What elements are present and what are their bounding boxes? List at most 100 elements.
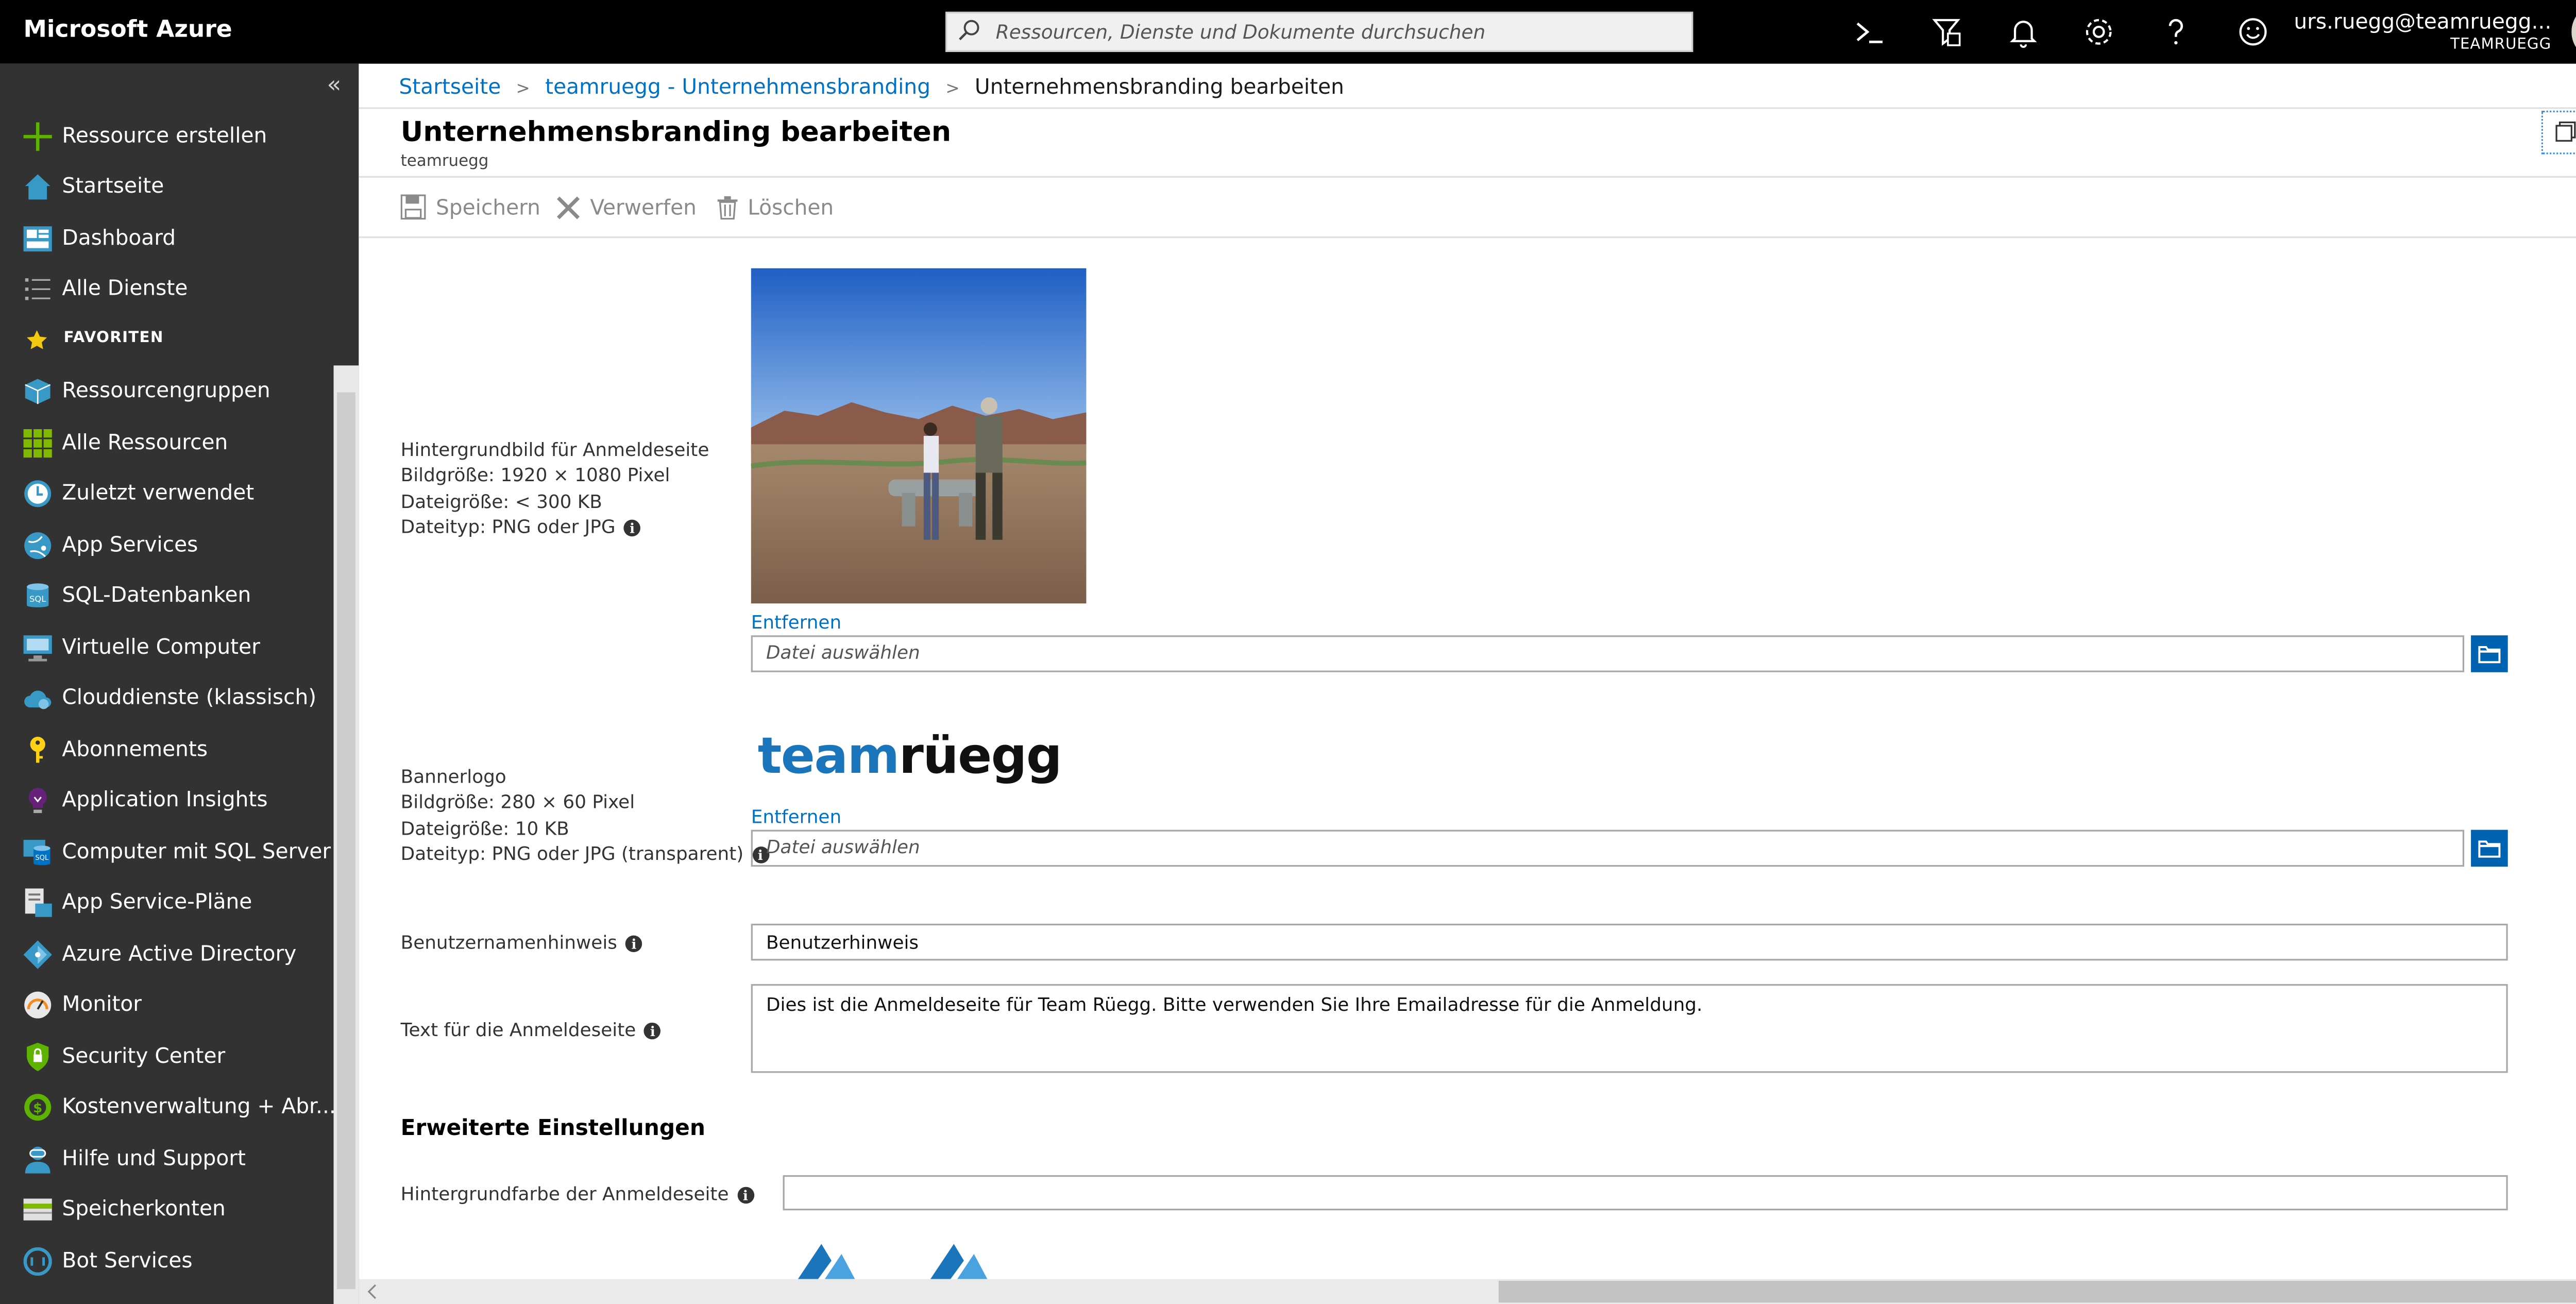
sidebar-item-label: Kostenverwaltung + Abr... [62, 1093, 336, 1119]
delete-button[interactable]: Löschen [717, 194, 834, 219]
portal-window: Microsoft Azure Ressourcen, Dienste und … [0, 0, 2576, 1304]
sidebar-item-monitor[interactable]: Monitor [0, 979, 335, 1029]
breadcrumb-branding-link[interactable]: teamruegg - Unternehmensbranding [545, 74, 930, 99]
sidebar-item-subscriptions[interactable]: Abonnements [0, 724, 335, 775]
sidebar-item-label: Azure Active Directory [62, 940, 297, 966]
azure-logo-preview-icon [798, 1244, 855, 1279]
username-hint-field[interactable]: Benutzerhinweis [751, 923, 2508, 961]
sidebar-item-resource-groups[interactable]: Ressourcengruppen [0, 365, 335, 416]
sidebar-item-label: Hilfe und Support [62, 1145, 246, 1171]
sidebar-item-application-insights[interactable]: Application Insights [0, 774, 335, 825]
bot-services-icon [23, 1247, 52, 1276]
sidebar-item-home[interactable]: Startseite [0, 161, 335, 211]
folder-icon [2478, 646, 2501, 664]
sidebar-item-sql-server-vms[interactable]: SQL Computer mit SQL Server [0, 826, 335, 877]
sidebar-item-sql-databases[interactable]: SQL SQL-Datenbanken [0, 570, 335, 620]
breadcrumb-home-link[interactable]: Startseite [399, 74, 501, 99]
banner-file-input[interactable]: Datei auswählen [751, 829, 2465, 867]
directory-filter-icon[interactable] [1929, 15, 1963, 48]
help-icon[interactable] [2159, 15, 2193, 48]
sidebar-item-label: Dashboard [62, 225, 176, 250]
info-icon[interactable]: i [623, 519, 641, 536]
info-icon[interactable]: i [737, 1187, 754, 1204]
sidebar-item-recent[interactable]: Zuletzt verwendet [0, 468, 335, 518]
virtual-machine-icon [23, 635, 52, 662]
divider [359, 107, 2576, 109]
list-icon [25, 278, 50, 300]
collapse-sidebar-icon[interactable]: « [327, 72, 341, 99]
sidebar-item-label: Security Center [62, 1042, 226, 1068]
global-search-input[interactable]: Ressourcen, Dienste und Dokumente durchs… [945, 11, 1693, 52]
notifications-icon[interactable] [2007, 15, 2040, 48]
breadcrumb: Startseite > teamruegg - Unternehmensbrand… [399, 74, 1344, 99]
browse-banner-button[interactable] [2471, 829, 2508, 867]
sidebar-scroll-thumb[interactable] [337, 392, 355, 1290]
signin-text-area[interactable]: Dies ist die Anmeldeseite für Team Rüegg… [751, 984, 2508, 1073]
chevron-left-icon[interactable] [365, 1284, 379, 1299]
breadcrumb-current: Unternehmensbranding bearbeiten [974, 74, 1344, 99]
discard-button[interactable]: Verwerfen [556, 194, 697, 219]
sidebar-item-app-service-plans[interactable]: App Service-Pläne [0, 877, 335, 927]
search-placeholder: Ressourcen, Dienste und Dokumente durchs… [995, 20, 1486, 44]
sidebar: « Ressource erstellen Startseite Dashboa… [0, 63, 359, 1304]
brand-title[interactable]: Microsoft Azure [24, 17, 232, 44]
trash-icon [717, 195, 738, 219]
browse-background-button[interactable] [2471, 635, 2508, 672]
remove-background-link[interactable]: Entfernen [751, 612, 841, 634]
sidebar-item-virtual-machines[interactable]: Virtuelle Computer [0, 622, 335, 672]
help-support-icon [25, 1146, 50, 1174]
info-icon[interactable]: i [644, 1022, 662, 1040]
sidebar-item-label: Computer mit SQL Server [62, 838, 331, 863]
resource-group-icon [25, 379, 51, 404]
maximize-button[interactable] [2541, 110, 2576, 155]
bg-color-label: Hintergrundfarbe der Anmeldeseite i [401, 1182, 754, 1208]
top-bar: Microsoft Azure Ressourcen, Dienste und … [0, 0, 2576, 64]
sidebar-scrollbar[interactable] [333, 365, 359, 1304]
save-icon [400, 194, 426, 220]
star-icon [27, 330, 47, 349]
divider [359, 176, 2576, 178]
sidebar-item-app-services[interactable]: App Services [0, 520, 335, 570]
remove-banner-link[interactable]: Entfernen [751, 806, 841, 828]
sidebar-item-help-support[interactable]: Hilfe und Support [0, 1133, 335, 1184]
key-icon [30, 737, 45, 763]
horizontal-scroll-thumb[interactable] [1498, 1280, 2576, 1303]
sidebar-item-label: Application Insights [62, 786, 268, 811]
bg-color-field[interactable] [783, 1175, 2508, 1211]
storage-account-icon [23, 1198, 52, 1221]
save-button[interactable]: Speichern [400, 194, 540, 220]
search-icon [959, 20, 979, 41]
avatar[interactable] [2571, 3, 2576, 61]
sidebar-item-label: Bot Services [62, 1247, 193, 1273]
page-title: Unternehmensbranding bearbeiten [400, 115, 952, 148]
sidebar-item-bot-services[interactable]: Bot Services [0, 1235, 335, 1286]
account-menu[interactable]: urs.ruegg@teamruegg... TEAMRUEGG [2294, 8, 2551, 54]
sidebar-item-storage-accounts[interactable]: Speicherkonten [0, 1183, 335, 1234]
background-image-label: Hintergrundbild für Anmeldeseite Bildgrö… [400, 439, 709, 538]
settings-icon[interactable] [2082, 15, 2115, 48]
app-service-plan-icon [25, 888, 52, 917]
feedback-icon[interactable] [2236, 15, 2270, 48]
svg-text:SQL: SQL [35, 854, 48, 862]
chevron-right-icon: > [516, 80, 530, 99]
sidebar-item-security-center[interactable]: Security Center [0, 1031, 335, 1081]
app-services-icon [24, 532, 52, 560]
home-icon [25, 174, 50, 200]
content-horizontal-scrollbar[interactable] [359, 1279, 2576, 1304]
lightbulb-icon [28, 788, 47, 814]
banner-logo-label: Bannerlogo Bildgröße: 280 × 60 Pixel Dat… [401, 765, 769, 867]
sidebar-item-create-resource[interactable]: Ressource erstellen [0, 111, 335, 161]
cloud-shell-icon[interactable] [1852, 15, 1886, 48]
sidebar-item-cloud-services[interactable]: Clouddienste (klassisch) [0, 672, 335, 723]
signin-text-label: Text für die Anmeldeseite i [401, 1018, 662, 1043]
background-file-input[interactable]: Datei auswählen [751, 635, 2465, 672]
sidebar-item-azure-active-directory[interactable]: Azure Active Directory [0, 929, 335, 979]
sidebar-item-all-resources[interactable]: Alle Ressourcen [0, 417, 335, 468]
sidebar-item-all-services[interactable]: Alle Dienste [0, 263, 335, 314]
sidebar-item-dashboard[interactable]: Dashboard [0, 213, 335, 263]
sidebar-item-label: Alle Ressourcen [62, 429, 228, 454]
page-subtitle: teamruegg [400, 153, 489, 171]
chevron-right-icon: > [945, 80, 960, 99]
sidebar-item-cost-management[interactable]: $ Kostenverwaltung + Abr... [0, 1081, 336, 1132]
info-icon[interactable]: i [625, 935, 642, 953]
